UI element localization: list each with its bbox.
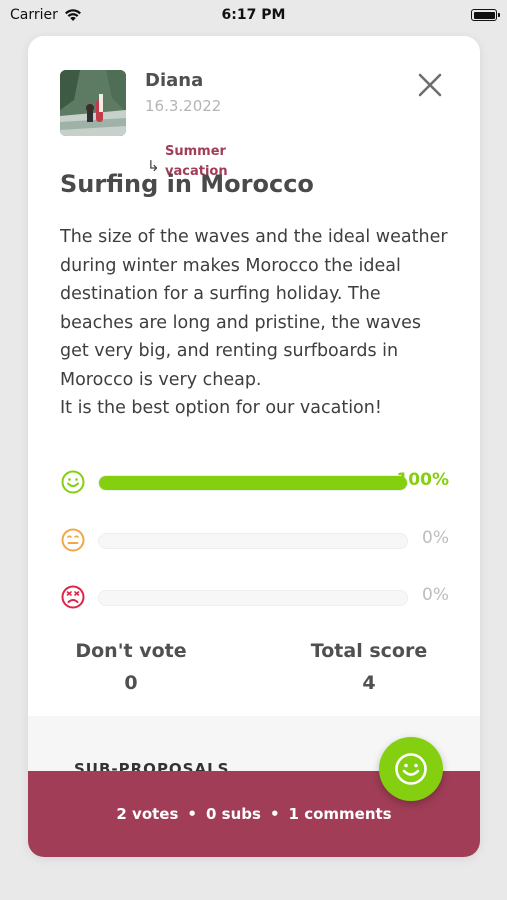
vote-bar-approve — [98, 475, 408, 491]
dont-vote-stat: Don't vote 0 — [56, 640, 206, 694]
vote-percent-approve: 100% — [396, 470, 449, 490]
votes-count[interactable]: 2 votes — [116, 805, 178, 823]
status-left: Carrier — [10, 7, 82, 23]
dont-vote-label: Don't vote — [75, 640, 187, 662]
author-avatar[interactable] — [60, 70, 126, 136]
dont-vote-value: 0 — [124, 672, 138, 694]
vote-bar-neutral — [98, 533, 408, 549]
subs-count[interactable]: 0 subs — [206, 805, 261, 823]
smile-icon[interactable] — [60, 469, 86, 495]
proposal-header: Diana 16.3.2022 ↳ Summer vacation — [60, 70, 450, 180]
vote-row-neutral[interactable]: 0% — [60, 527, 450, 553]
total-score-stat: Total score 4 — [294, 640, 444, 694]
battery-icon — [471, 9, 500, 21]
vote-row-approve[interactable]: 100% — [60, 469, 450, 495]
author-name[interactable]: Diana — [145, 70, 203, 91]
vote-bar-reject — [98, 590, 408, 606]
total-score-label: Total score — [310, 640, 428, 662]
separator-dot: • — [269, 805, 280, 823]
proposal-body: The size of the waves and the ideal weat… — [60, 227, 448, 418]
total-score-value: 4 — [362, 672, 376, 694]
separator-dot: • — [187, 805, 197, 823]
vote-bar-fill — [99, 476, 407, 490]
status-bar: Carrier 6:17 PM — [0, 0, 507, 30]
score-stats: Don't vote 0 Total score 4 — [60, 640, 450, 700]
vote-row-reject[interactable]: 0% — [60, 584, 450, 610]
close-icon[interactable] — [415, 70, 445, 100]
avatar-photo — [60, 70, 126, 136]
proposal-card: Diana 16.3.2022 ↳ Summer vacation Surfin… — [28, 36, 480, 857]
comments-count[interactable]: 1 comments — [289, 805, 392, 823]
angry-face-icon[interactable] — [60, 584, 86, 610]
vote-percent-neutral: 0% — [422, 528, 449, 548]
vote-percent-reject: 0% — [422, 585, 449, 605]
carrier-label: Carrier — [10, 7, 58, 23]
smile-icon — [395, 753, 427, 785]
vote-fab-button[interactable] — [379, 737, 443, 801]
proposal-date: 16.3.2022 — [145, 97, 222, 115]
proposal-title: Surfing in Morocco — [60, 170, 314, 198]
wifi-icon — [64, 9, 81, 21]
neutral-face-icon[interactable] — [60, 527, 86, 553]
